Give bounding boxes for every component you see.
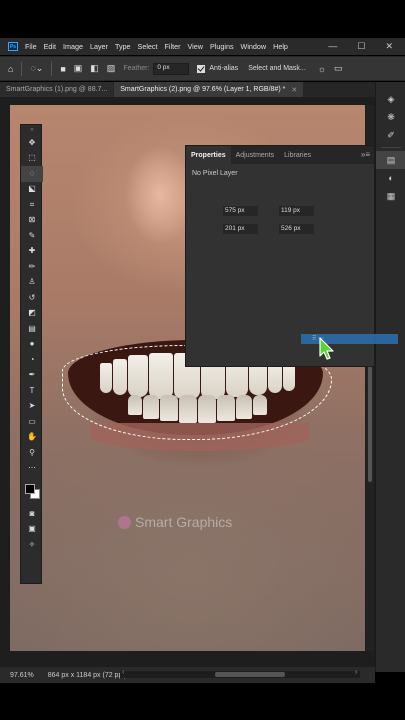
window-controls: — ☐ ✕ (328, 40, 393, 52)
tab-libraries[interactable]: Libraries (279, 146, 316, 164)
right-panel-strip: ◈ ❋ ✐ ▤ ◐ ▦ (375, 82, 405, 672)
healing-icon[interactable]: ✚ (21, 244, 43, 260)
workspace-icon[interactable]: ▭ (334, 63, 343, 74)
stamp-icon[interactable]: ♙ (21, 275, 43, 291)
tab-label: SmartGraphics (1).png @ 88.7... (6, 86, 108, 93)
feather-label: Feather: (123, 65, 150, 72)
close-button[interactable]: ✕ (385, 40, 393, 52)
pointer-cursor-icon (319, 337, 334, 360)
libraries-icon[interactable]: ▦ (376, 187, 405, 205)
y-field[interactable]: 526 px (279, 224, 314, 234)
zoom-icon[interactable]: ⚲ (21, 445, 43, 461)
tab-label: SmartGraphics (2).png @ 97.6% (Layer 1, … (120, 86, 286, 93)
menu-edit[interactable]: Edit (44, 42, 56, 51)
watermark-text: Smart Graphics (135, 514, 233, 530)
screen-mode-icon[interactable]: ▣ (21, 522, 43, 538)
options-bar: ⌂ ◌⌄ ■ ▣ ◧ ▨ Feather: 0 px Anti-alias Se… (0, 56, 405, 81)
properties-tabs: Properties Adjustments Libraries (186, 146, 374, 164)
close-tab-icon[interactable]: ✕ (291, 86, 297, 94)
move-icon[interactable]: ✥ (21, 135, 43, 151)
tab-document-1[interactable]: SmartGraphics (1).png @ 88.7... (0, 82, 114, 97)
light-icon[interactable]: ☼ (318, 64, 326, 74)
paths-icon[interactable]: ✐ (376, 126, 405, 144)
gradient-icon[interactable]: ▤ (21, 321, 43, 337)
type-icon[interactable]: T (21, 383, 43, 399)
properties-title: No Pixel Layer (192, 170, 238, 177)
properties-icon[interactable]: ▤ (376, 151, 405, 169)
select-and-mask-button[interactable]: Select and Mask... (248, 65, 306, 72)
marquee-icon[interactable]: ⬚ (21, 151, 43, 167)
menu-plugins[interactable]: Plugins (210, 42, 234, 51)
add-selection-icon[interactable]: ▣ (74, 63, 83, 74)
menu-view[interactable]: View (188, 42, 203, 51)
brush-icon[interactable]: ✏ (21, 259, 43, 275)
new-selection-icon[interactable]: ■ (60, 64, 65, 74)
watermark: Smart Graphics (118, 514, 232, 530)
antialias-label: Anti-alias (209, 65, 239, 72)
horizontal-scroll-thumb[interactable] (215, 672, 285, 677)
divider (381, 147, 401, 148)
vertical-scroll-thumb[interactable] (368, 362, 372, 482)
divider (51, 61, 53, 76)
color-swatches (21, 476, 43, 506)
blur-icon[interactable]: ● (21, 337, 43, 353)
frame-icon[interactable]: ⊠ (21, 213, 43, 229)
document-size: 864 px x 1184 px (72 ppi) (47, 671, 127, 679)
path-select-icon[interactable]: ➤ (21, 399, 43, 415)
history-brush-icon[interactable]: ↺ (21, 290, 43, 306)
quick-mask-icon[interactable]: ◙ (21, 506, 43, 522)
tab-adjustments[interactable]: Adjustments (231, 146, 280, 164)
lasso-preset-icon[interactable]: ◌⌄ (30, 63, 43, 74)
channels-icon[interactable]: ❋ (376, 108, 405, 126)
menu-image[interactable]: Image (63, 42, 83, 51)
menu-layer[interactable]: Layer (90, 42, 108, 51)
pen-icon[interactable]: ✒ (21, 368, 43, 384)
tools-collapse-icon[interactable]: » (21, 125, 43, 135)
intersect-selection-icon[interactable]: ▨ (107, 63, 116, 74)
foreground-color[interactable] (25, 484, 35, 494)
tools-panel: » ✥ ⬚ ◌ ⬕ ⌗ ⊠ ✎ ✚ ✏ ♙ ↺ ◩ ▤ ● ◔ ✒ T ➤ ▭ … (20, 124, 43, 584)
subtract-selection-icon[interactable]: ◧ (90, 63, 99, 74)
rectangle-icon[interactable]: ▭ (21, 414, 43, 430)
maximize-button[interactable]: ☐ (357, 40, 365, 52)
home-icon[interactable]: ⌂ (8, 64, 13, 74)
dodge-icon[interactable]: ◔ (21, 352, 43, 368)
menu-select[interactable]: Select (138, 42, 158, 51)
menu-help[interactable]: Help (273, 42, 288, 51)
eraser-icon[interactable]: ◩ (21, 306, 43, 322)
menu-file[interactable]: File (25, 42, 37, 51)
tab-properties[interactable]: Properties (186, 146, 231, 164)
menu-type[interactable]: Type (115, 42, 131, 51)
generative-icon[interactable]: ✧ (21, 537, 43, 553)
minimize-button[interactable]: — (328, 40, 337, 52)
object-select-icon[interactable]: ⬕ (21, 182, 43, 198)
eyedropper-icon[interactable]: ✎ (21, 228, 43, 244)
lasso-icon[interactable]: ◌ (21, 166, 43, 182)
menu-window[interactable]: Window (241, 42, 267, 51)
feather-input[interactable]: 0 px (153, 62, 190, 75)
layers-icon[interactable]: ◈ (376, 90, 405, 108)
x-field[interactable]: 201 px (223, 224, 258, 234)
adjustments-icon[interactable]: ◐ (376, 169, 405, 187)
tab-document-2[interactable]: SmartGraphics (2).png @ 97.6% (Layer 1, … (114, 82, 304, 97)
menu-bar: Ps File Edit Image Layer Type Select Fil… (0, 38, 405, 55)
menu-filter[interactable]: Filter (165, 42, 181, 51)
scroll-left-icon[interactable]: ‹ (122, 669, 124, 676)
zoom-level[interactable]: 97.61% (10, 672, 34, 679)
more-icon[interactable]: ⋯ (21, 461, 43, 477)
scroll-right-icon[interactable]: › (355, 669, 357, 676)
photoshop-logo-icon[interactable]: Ps (8, 42, 18, 51)
crop-icon[interactable]: ⌗ (21, 197, 43, 213)
panel-menu-icon[interactable]: »≡ (361, 150, 370, 159)
antialias-checkbox[interactable] (197, 64, 206, 73)
divider (21, 61, 23, 76)
document-tab-bar: SmartGraphics (1).png @ 88.7... SmartGra… (0, 82, 375, 97)
watermark-logo-icon (118, 516, 131, 529)
height-field[interactable]: 119 px (279, 206, 314, 216)
width-field[interactable]: 575 px (223, 206, 258, 216)
hand-icon[interactable]: ✋ (21, 430, 43, 446)
